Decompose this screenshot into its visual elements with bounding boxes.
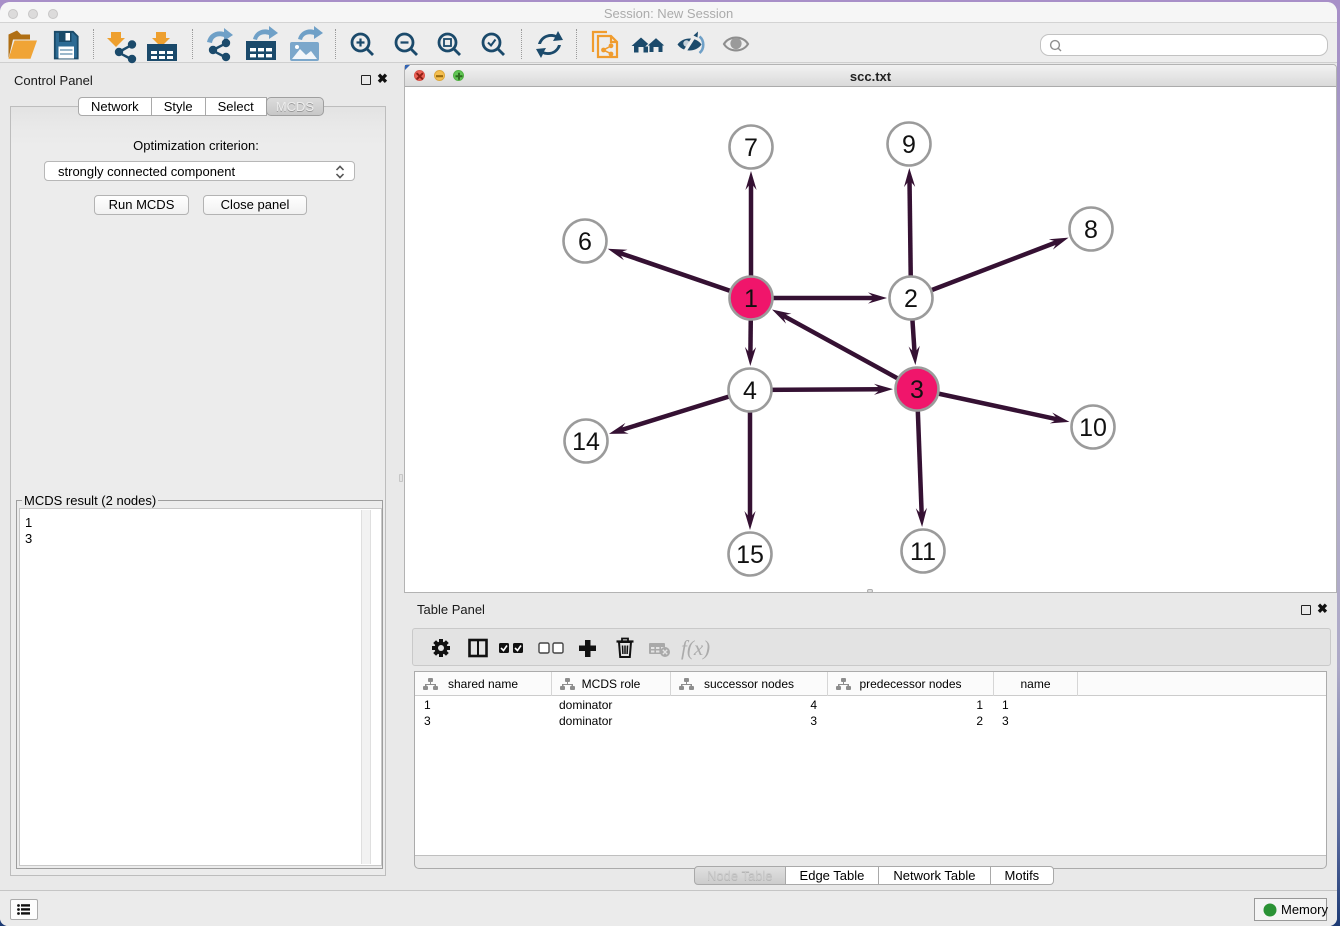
svg-text:7: 7 [744, 134, 758, 162]
svg-text:4: 4 [743, 377, 757, 405]
svg-text:14: 14 [572, 428, 600, 456]
svg-text:15: 15 [736, 541, 764, 569]
svg-text:3: 3 [910, 376, 924, 404]
svg-text:f(x): f(x) [681, 636, 710, 660]
svg-text:6: 6 [578, 228, 592, 256]
svg-text:8: 8 [1084, 216, 1098, 244]
svg-text:1: 1 [744, 285, 758, 313]
svg-text:2: 2 [904, 285, 918, 313]
svg-text:9: 9 [902, 131, 916, 159]
svg-text:10: 10 [1079, 414, 1107, 442]
svg-text:11: 11 [910, 538, 936, 566]
